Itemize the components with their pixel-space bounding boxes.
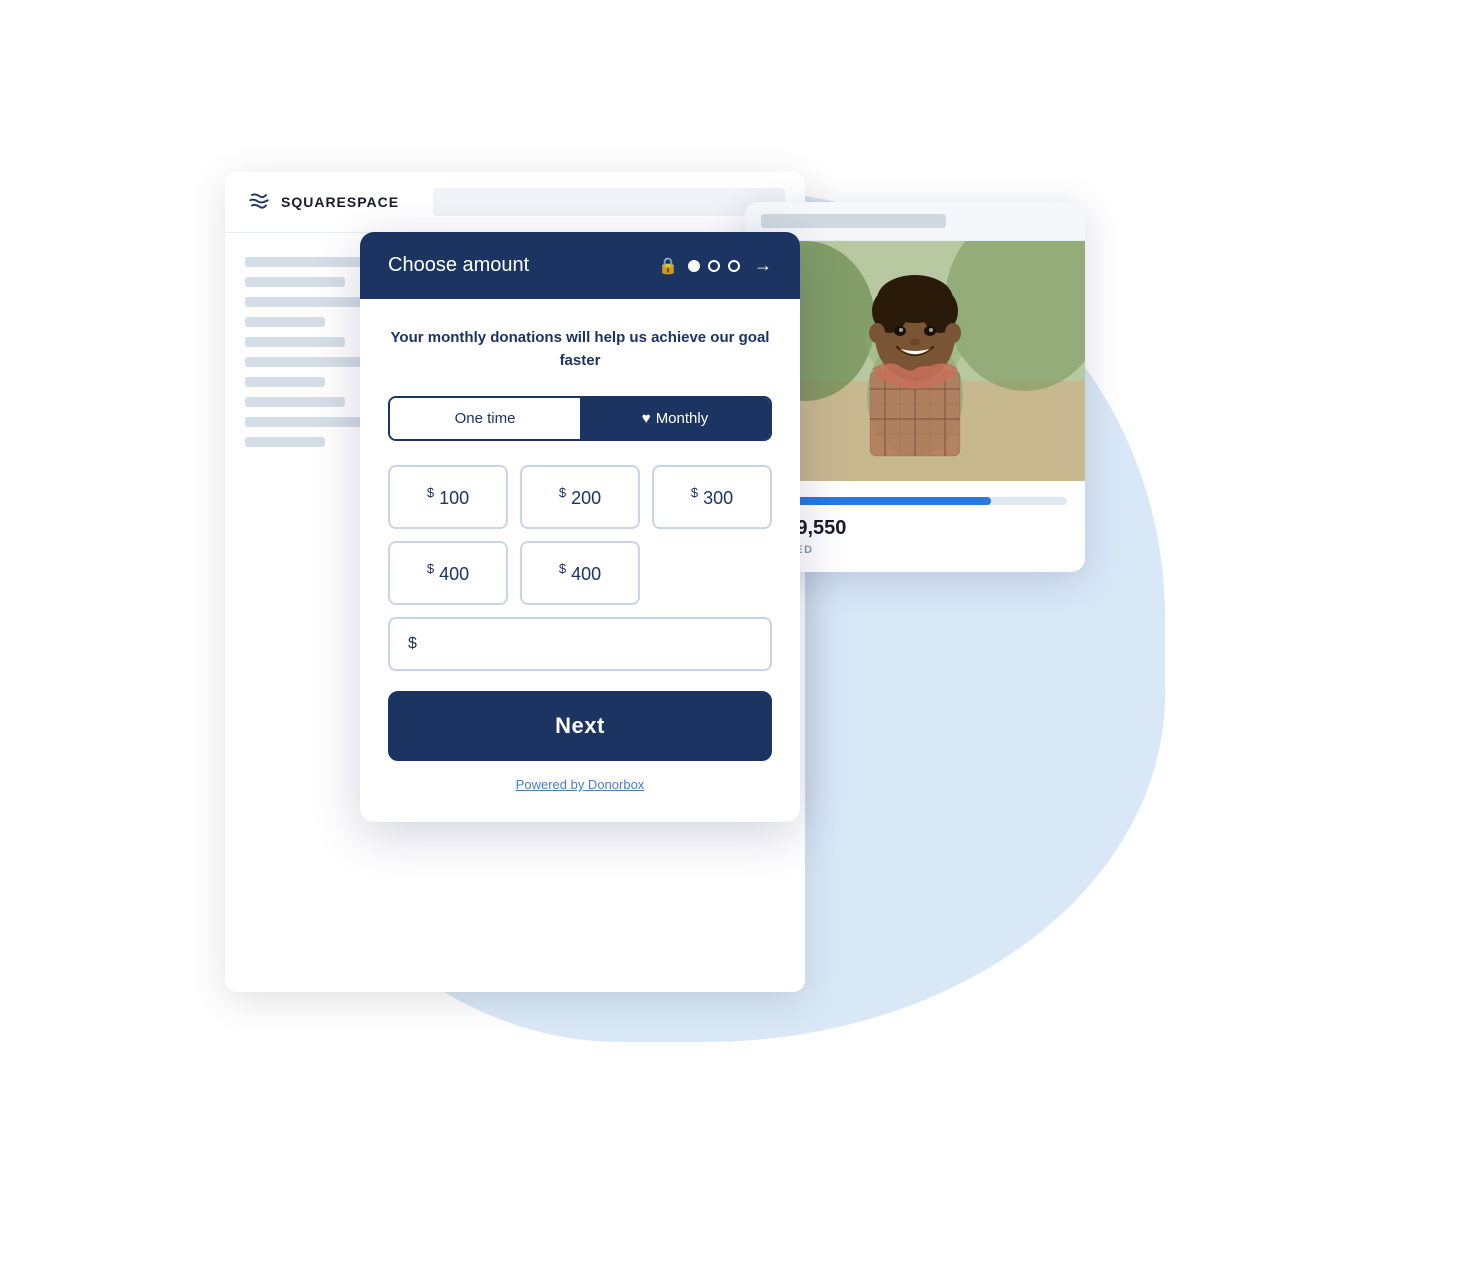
url-bar[interactable]	[433, 188, 785, 216]
amount-grid: $ 100 $ 200 $ 300	[388, 465, 772, 529]
currency-symbol: $	[691, 485, 698, 500]
raised-amount: $189,550	[763, 517, 1067, 540]
squarespace-logo-icon	[245, 188, 273, 216]
monthly-button[interactable]: ♥ Monthly	[580, 398, 770, 439]
currency-symbol: $	[427, 485, 434, 500]
sidebar-line	[245, 377, 325, 387]
browser-header: SQUARESPACE	[225, 172, 805, 233]
widget-body: Your monthly donations will help us achi…	[360, 299, 800, 822]
amount-button-400a[interactable]: $ 400	[388, 541, 508, 605]
frequency-toggle: One time ♥ Monthly	[388, 396, 772, 441]
heart-icon: ♥	[642, 410, 651, 427]
header-icons: 🔒 →	[658, 255, 772, 276]
widget-title: Choose amount	[388, 254, 642, 277]
sidebar-line	[245, 277, 345, 287]
amount-row-2: $ 400 $ 400	[388, 541, 772, 605]
url-placeholder	[761, 214, 946, 228]
monthly-label: Monthly	[656, 410, 709, 427]
amount-button-400b[interactable]: $ 400	[520, 541, 640, 605]
custom-amount-input[interactable]	[425, 635, 752, 653]
next-button[interactable]: Next	[388, 691, 772, 761]
currency-symbol: $	[559, 485, 566, 500]
custom-amount-container[interactable]: $	[388, 617, 772, 671]
raised-label: RAISED	[763, 544, 1067, 556]
progress-bar-container	[763, 497, 1067, 505]
step-dot-1	[688, 260, 700, 272]
amount-button-200[interactable]: $ 200	[520, 465, 640, 529]
step-dot-2	[708, 260, 720, 272]
amount-button-300[interactable]: $ 300	[652, 465, 772, 529]
sidebar-line	[245, 437, 325, 447]
custom-currency-symbol: $	[408, 635, 417, 653]
donation-widget: Choose amount 🔒 → Your monthly donations…	[360, 232, 800, 822]
widget-header: Choose amount 🔒 →	[360, 232, 800, 299]
powered-by-link[interactable]: Powered by Donorbox	[388, 777, 772, 802]
sidebar-line	[245, 317, 325, 327]
lock-icon: 🔒	[658, 256, 678, 276]
arrow-icon: →	[754, 255, 772, 276]
amount-button-100[interactable]: $ 100	[388, 465, 508, 529]
card-url-bar	[745, 202, 1085, 241]
currency-symbol: $	[559, 561, 566, 576]
tagline: Your monthly donations will help us achi…	[388, 327, 772, 372]
sidebar-line	[245, 337, 345, 347]
step-dots	[688, 260, 740, 272]
squarespace-logo: SQUARESPACE	[245, 188, 399, 216]
sidebar-line	[245, 397, 345, 407]
step-dot-3	[728, 260, 740, 272]
currency-symbol: $	[427, 561, 434, 576]
one-time-button[interactable]: One time	[390, 398, 580, 439]
brand-name: SQUARESPACE	[281, 194, 399, 210]
